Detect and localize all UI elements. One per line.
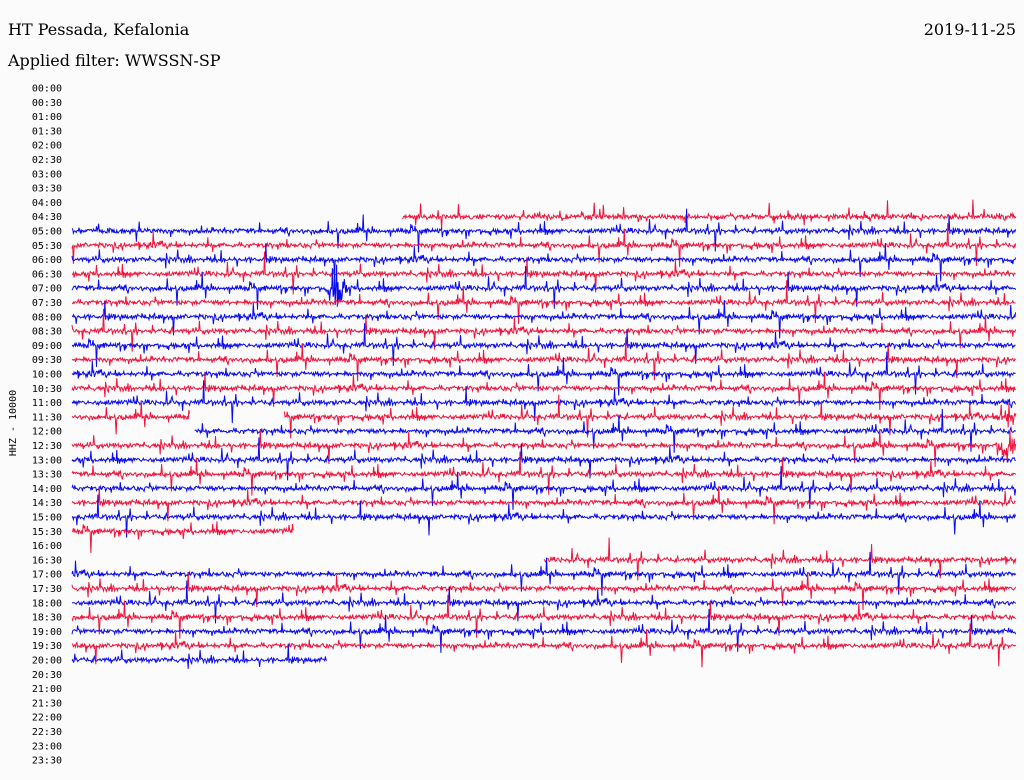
time-tick-label: 22:30	[32, 727, 62, 738]
time-tick-label: 05:30	[32, 241, 62, 252]
time-tick-label: 04:00	[32, 198, 62, 209]
time-tick-label: 01:00	[32, 112, 62, 123]
time-tick-label: 13:30	[32, 470, 62, 481]
time-tick-label: 03:30	[32, 184, 62, 195]
trace-1130-red	[71, 400, 191, 435]
time-tick-label: 23:30	[32, 756, 62, 767]
time-tick-label: 12:30	[32, 441, 62, 452]
time-tick-label: 16:30	[32, 555, 62, 566]
time-tick-label: 21:30	[32, 698, 62, 709]
time-tick-label: 00:00	[32, 84, 62, 95]
time-tick-label: 02:00	[32, 141, 62, 152]
time-tick-label: 20:30	[32, 670, 62, 681]
trace-0600-blue	[71, 242, 1017, 282]
time-tick-label: 11:30	[32, 412, 62, 423]
time-tick-label: 07:30	[32, 298, 62, 309]
time-tick-label: 05:00	[32, 227, 62, 238]
time-tick-label: 19:30	[32, 641, 62, 652]
time-tick-label: 06:30	[32, 269, 62, 280]
trace-1430-red	[71, 486, 1016, 525]
seismic-traces	[71, 199, 1017, 669]
time-tick-label: 18:00	[32, 598, 62, 609]
trace-0430-red	[402, 199, 1017, 230]
time-tick-label: 10:30	[32, 384, 62, 395]
time-tick-label: 01:30	[32, 126, 62, 137]
time-tick-label: 16:00	[32, 541, 62, 552]
time-tick-label: 17:30	[32, 584, 62, 595]
time-tick-label: 06:00	[32, 255, 62, 266]
trace-1730-red	[71, 571, 1017, 611]
time-tick-label: 09:00	[32, 341, 62, 352]
time-tick-label: 08:30	[32, 327, 62, 338]
time-tick-label: 15:30	[32, 527, 62, 538]
time-tick-label: 22:00	[32, 713, 62, 724]
time-tick-label: 20:00	[32, 656, 62, 667]
time-tick-label: 17:00	[32, 570, 62, 581]
time-tick-label: 02:30	[32, 155, 62, 166]
time-tick-label: 18:30	[32, 613, 62, 624]
time-tick-label: 13:00	[32, 455, 62, 466]
time-tick-label: 10:00	[32, 370, 62, 381]
trace-1930-red	[71, 623, 1017, 668]
time-tick-label: 21:00	[32, 684, 62, 695]
time-tick-label: 04:30	[32, 212, 62, 223]
time-tick-label: 15:00	[32, 513, 62, 524]
time-tick-label: 23:00	[32, 741, 62, 752]
time-tick-label: 07:00	[32, 284, 62, 295]
time-tick-label: 09:30	[32, 355, 62, 366]
time-tick-label: 14:00	[32, 484, 62, 495]
channel-label: HHZ - 10000	[8, 390, 19, 456]
helicorder-plot: 00:00 00:30 01:00 01:30 02:00 02:30 03:00 03:30…	[8, 84, 1017, 767]
time-tick-label: 11:00	[32, 398, 62, 409]
time-tick-label: 14:30	[32, 498, 62, 509]
time-tick-label: 08:00	[32, 312, 62, 323]
trace-1530-red	[71, 521, 294, 553]
time-tick-label: 00:30	[32, 98, 62, 109]
time-tick-labels: 00:00 00:30 01:00 01:30 02:00 02:30 03:00 03:30…	[32, 84, 62, 767]
time-tick-label: 19:00	[32, 627, 62, 638]
time-tick-label: 03:00	[32, 169, 62, 180]
time-tick-label: 12:00	[32, 427, 62, 438]
